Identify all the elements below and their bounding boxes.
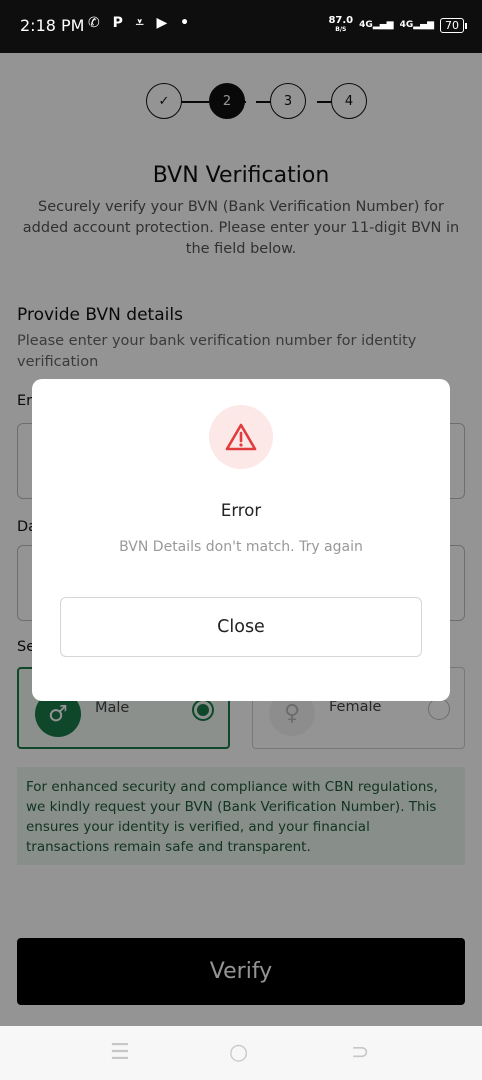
warning-icon-badge [209, 405, 273, 469]
signal-icon: 4G▂▄▆ [359, 20, 394, 30]
recent-apps-icon[interactable]: ☰ [110, 1040, 130, 1065]
system-nav-bar: ☰ ○ ⊃ [0, 1026, 482, 1080]
battery-icon: 70 [440, 17, 467, 33]
status-right: 87.0 B/S 4G▂▄▆ 4G▂▄▆ 70 [328, 15, 467, 34]
status-bar: 2:18 PM ✆ P ⩡ ▶ • 87.0 B/S 4G▂▄▆ 4G▂▄▆ 7… [0, 0, 482, 53]
signal-icon-2: 4G▂▄▆ [399, 20, 434, 30]
warning-icon [225, 423, 257, 451]
status-time: 2:18 PM [20, 16, 85, 35]
notification-icons: ✆ P ⩡ ▶ • [88, 15, 194, 31]
dialog-title: Error [220, 501, 262, 520]
home-icon[interactable]: ○ [229, 1040, 248, 1065]
network-speed: 87.0 B/S [328, 15, 354, 34]
back-icon[interactable]: ⊃ [351, 1040, 369, 1065]
dialog-message: BVN Details don't match. Try again [119, 539, 363, 555]
close-button[interactable]: Close [60, 597, 422, 657]
error-dialog: Error BVN Details don't match. Try again… [32, 379, 450, 701]
